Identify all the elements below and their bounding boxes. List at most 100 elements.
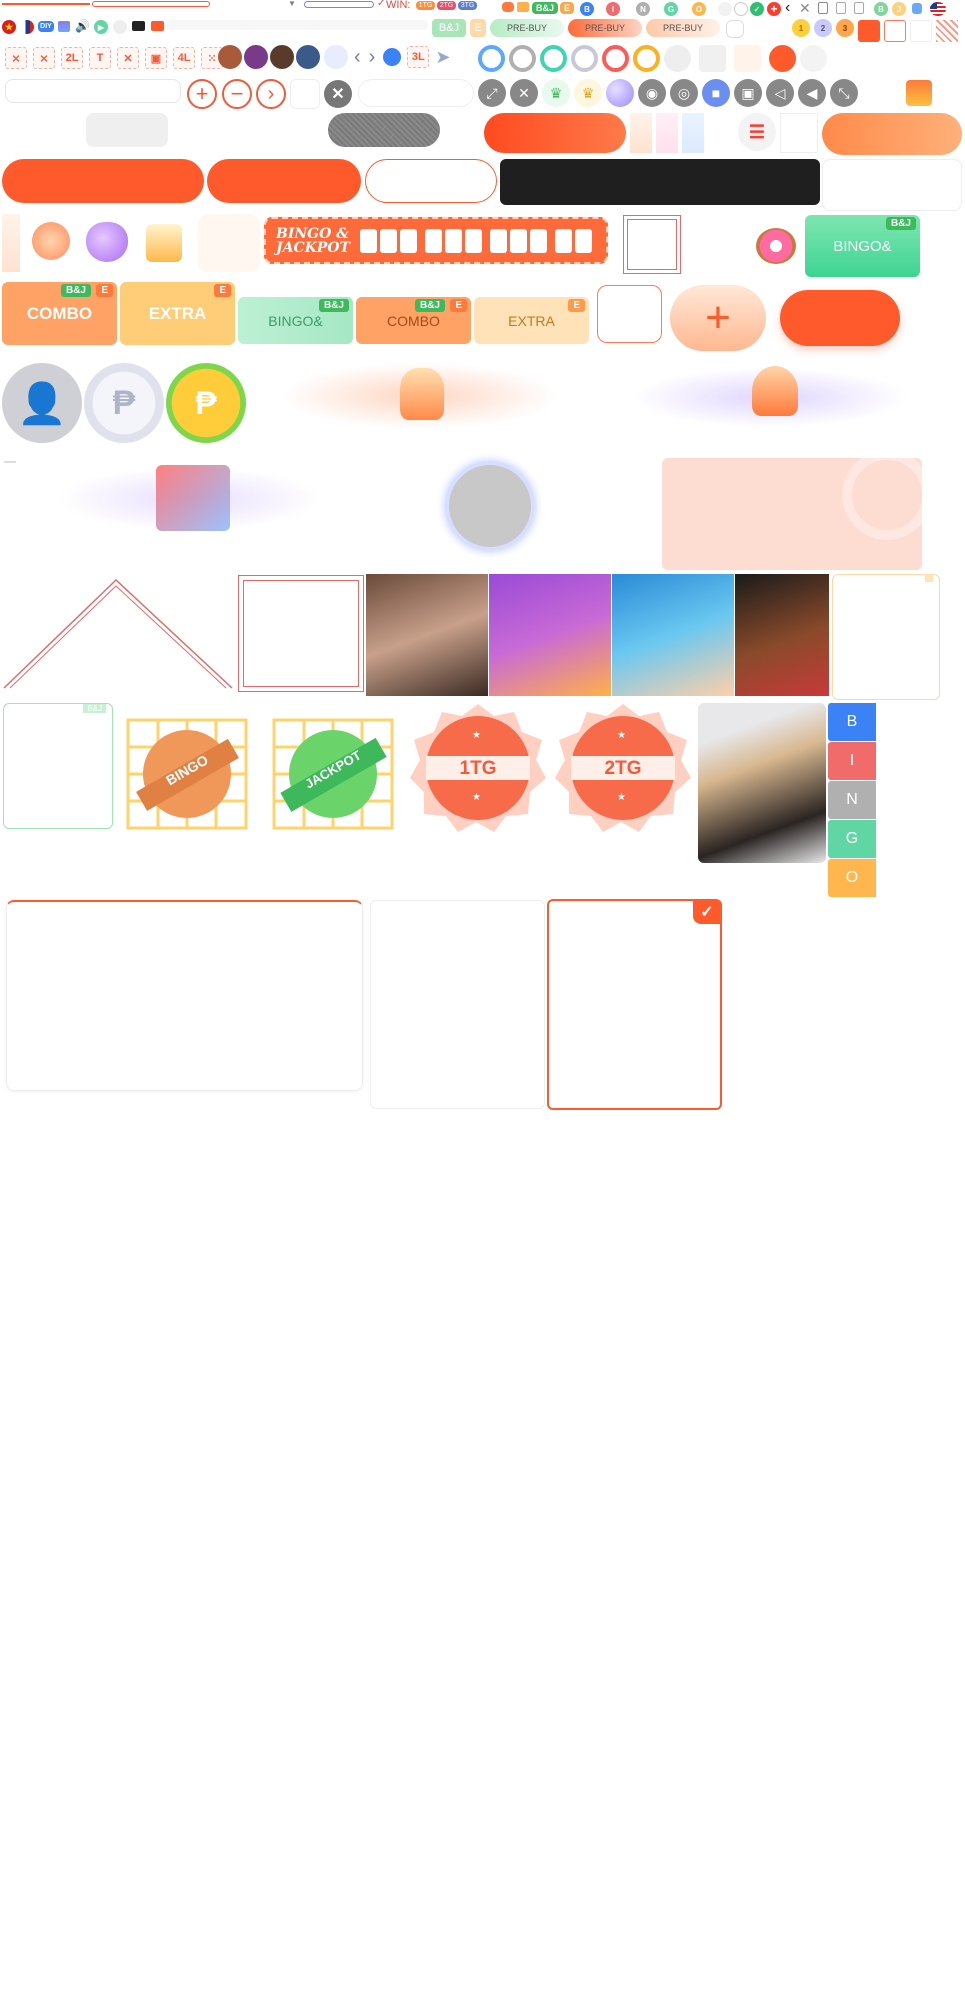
orange-pill-large[interactable] bbox=[780, 290, 900, 346]
gold-trophy-icon: ♛ bbox=[574, 79, 602, 107]
bingo-letter-b: B bbox=[828, 703, 876, 741]
philippines-flag-icon[interactable] bbox=[20, 20, 34, 34]
tg2-label: 2TG bbox=[604, 758, 642, 779]
avatar[interactable] bbox=[218, 45, 242, 69]
camera-on-icon[interactable]: ■ bbox=[702, 79, 730, 107]
bj-tab[interactable]: B&J bbox=[432, 19, 466, 37]
copy-icon[interactable] bbox=[818, 2, 828, 14]
bingo-letter-i: I bbox=[828, 742, 876, 780]
avatar-blonde-photo[interactable] bbox=[698, 703, 826, 863]
ring-grey bbox=[509, 45, 536, 72]
search-bar[interactable] bbox=[166, 20, 428, 30]
selectable-card-plain[interactable] bbox=[370, 900, 545, 1109]
shrink-icon[interactable]: ⤡ bbox=[830, 79, 858, 107]
avatar-woman-photo[interactable] bbox=[366, 574, 488, 696]
vietnam-flag-icon[interactable]: ★ bbox=[2, 20, 16, 34]
ticket-mini-icon bbox=[517, 2, 529, 12]
ticket-tag-bj: B&J bbox=[60, 284, 91, 297]
avatar[interactable] bbox=[296, 45, 320, 69]
extra-ticket[interactable]: E EXTRA bbox=[120, 282, 235, 345]
avatar-basketball-boy[interactable] bbox=[735, 574, 829, 696]
grey-placeholder-button[interactable] bbox=[86, 113, 168, 147]
prebuy-tab-orange[interactable]: PRE-BUY bbox=[568, 19, 642, 37]
ring-row bbox=[478, 45, 831, 72]
primary-pill-button[interactable] bbox=[484, 113, 626, 153]
gradient-swatch-blue bbox=[682, 113, 704, 153]
mute-icon[interactable]: ◁ bbox=[766, 79, 794, 107]
stack-icon bbox=[58, 21, 70, 32]
combo-ticket-light[interactable]: B&J E COMBO bbox=[356, 297, 471, 344]
expand-icon[interactable]: ⤢ bbox=[478, 79, 506, 107]
donut-icon bbox=[756, 228, 796, 264]
tg2-badge: ★ 2TG ★ bbox=[555, 700, 691, 836]
outline-large-button[interactable] bbox=[365, 159, 497, 203]
primary-large-button-2[interactable] bbox=[207, 159, 361, 203]
selectable-card-checked[interactable]: ✓ bbox=[547, 899, 722, 1110]
tg1-label: 1TG bbox=[459, 758, 497, 779]
ball-g: G bbox=[664, 2, 678, 16]
e-tab[interactable]: E bbox=[470, 19, 486, 37]
eye-icon[interactable]: ◎ bbox=[670, 79, 698, 107]
bingo-letter-g: G bbox=[828, 820, 876, 858]
gift-icon[interactable] bbox=[906, 80, 932, 106]
ticket-tag-e: E bbox=[214, 284, 231, 297]
minus-outline-button[interactable]: − bbox=[222, 79, 252, 109]
avatar-cartoon-girl[interactable] bbox=[489, 574, 611, 696]
clear-button[interactable]: ✕ bbox=[324, 80, 352, 108]
plus-circle-icon[interactable]: + bbox=[767, 2, 781, 16]
secondary-pill-button[interactable] bbox=[822, 113, 962, 155]
text-input[interactable] bbox=[5, 79, 181, 103]
trash-icon[interactable] bbox=[836, 2, 846, 14]
eye-off-icon[interactable]: ◉ bbox=[638, 79, 666, 107]
back-chevron-icon[interactable]: ‹ bbox=[785, 0, 790, 17]
media-control-row: ⤢ ✕ ♛ ♛ ◉ ◎ ■ ▣ ◁ ◀ ⤡ bbox=[478, 79, 862, 107]
close-icon[interactable]: ✕ bbox=[510, 79, 538, 107]
selectable-card-topline[interactable] bbox=[6, 900, 363, 1091]
avatar-cartoon-boy[interactable] bbox=[612, 574, 734, 696]
ticket-label: EXTRA bbox=[148, 303, 207, 323]
chevron-left-icon[interactable]: ‹ bbox=[354, 46, 361, 69]
ticket-tag-e: E bbox=[450, 299, 467, 312]
blank-square bbox=[290, 79, 320, 109]
ticket-label: BINGO& bbox=[268, 312, 323, 329]
avatar-placeholder bbox=[324, 45, 348, 69]
bingo-ticket-light[interactable]: B&J BINGO& bbox=[238, 297, 353, 344]
dark-large-button[interactable] bbox=[500, 159, 820, 205]
play-icon[interactable]: ▶ bbox=[94, 20, 108, 34]
close-icon[interactable]: ✕ bbox=[799, 0, 811, 17]
search-input[interactable] bbox=[358, 79, 474, 107]
ticket-tag-bj: B&J bbox=[414, 299, 445, 312]
add-button-large[interactable]: + bbox=[670, 285, 766, 351]
avatar-row: ‹ › 3L ➤ bbox=[218, 45, 454, 69]
default-avatar-icon: 👤 bbox=[2, 363, 82, 443]
list-menu-icon[interactable]: ☰ bbox=[738, 113, 776, 151]
empty-ball-1 bbox=[718, 2, 732, 16]
plus-outline-button[interactable]: + bbox=[187, 79, 217, 109]
bingo-letter-column: B I N G O bbox=[828, 703, 876, 897]
bingo-ticket-green[interactable]: B&J BINGO& bbox=[805, 215, 920, 277]
cream-card bbox=[832, 574, 940, 700]
prebuy-tab-green[interactable]: PRE-BUY bbox=[490, 19, 564, 37]
mic-icon[interactable] bbox=[383, 48, 402, 66]
speaker-icon[interactable]: 🔊 bbox=[75, 19, 90, 33]
green-outline-card: B&J bbox=[3, 703, 113, 829]
chevron-down-icon[interactable]: ▼ bbox=[288, 0, 296, 8]
send-icon[interactable]: ➤ bbox=[435, 47, 450, 68]
video-icon[interactable] bbox=[132, 21, 145, 31]
combo-ticket[interactable]: B&J E COMBO bbox=[2, 282, 117, 345]
next-outline-button[interactable]: › bbox=[256, 79, 286, 109]
camera-off-icon[interactable]: ▣ bbox=[734, 79, 762, 107]
prize-chip-3: 3TG bbox=[458, 1, 477, 10]
edit-icon[interactable] bbox=[854, 2, 864, 14]
volume-icon[interactable]: ◀ bbox=[798, 79, 826, 107]
record-icon[interactable] bbox=[151, 21, 164, 31]
extra-ticket-light[interactable]: E EXTRA bbox=[474, 297, 589, 344]
grey-hatched-button[interactable] bbox=[328, 113, 440, 147]
chevron-right-icon[interactable]: › bbox=[369, 46, 376, 69]
prebuy-tab-peach[interactable]: PRE-BUY bbox=[646, 19, 720, 37]
avatar[interactable] bbox=[270, 45, 294, 69]
avatar[interactable] bbox=[244, 45, 268, 69]
primary-large-button[interactable] bbox=[2, 159, 204, 203]
us-flag-icon[interactable] bbox=[930, 2, 946, 16]
outline-card-small[interactable] bbox=[597, 285, 662, 343]
